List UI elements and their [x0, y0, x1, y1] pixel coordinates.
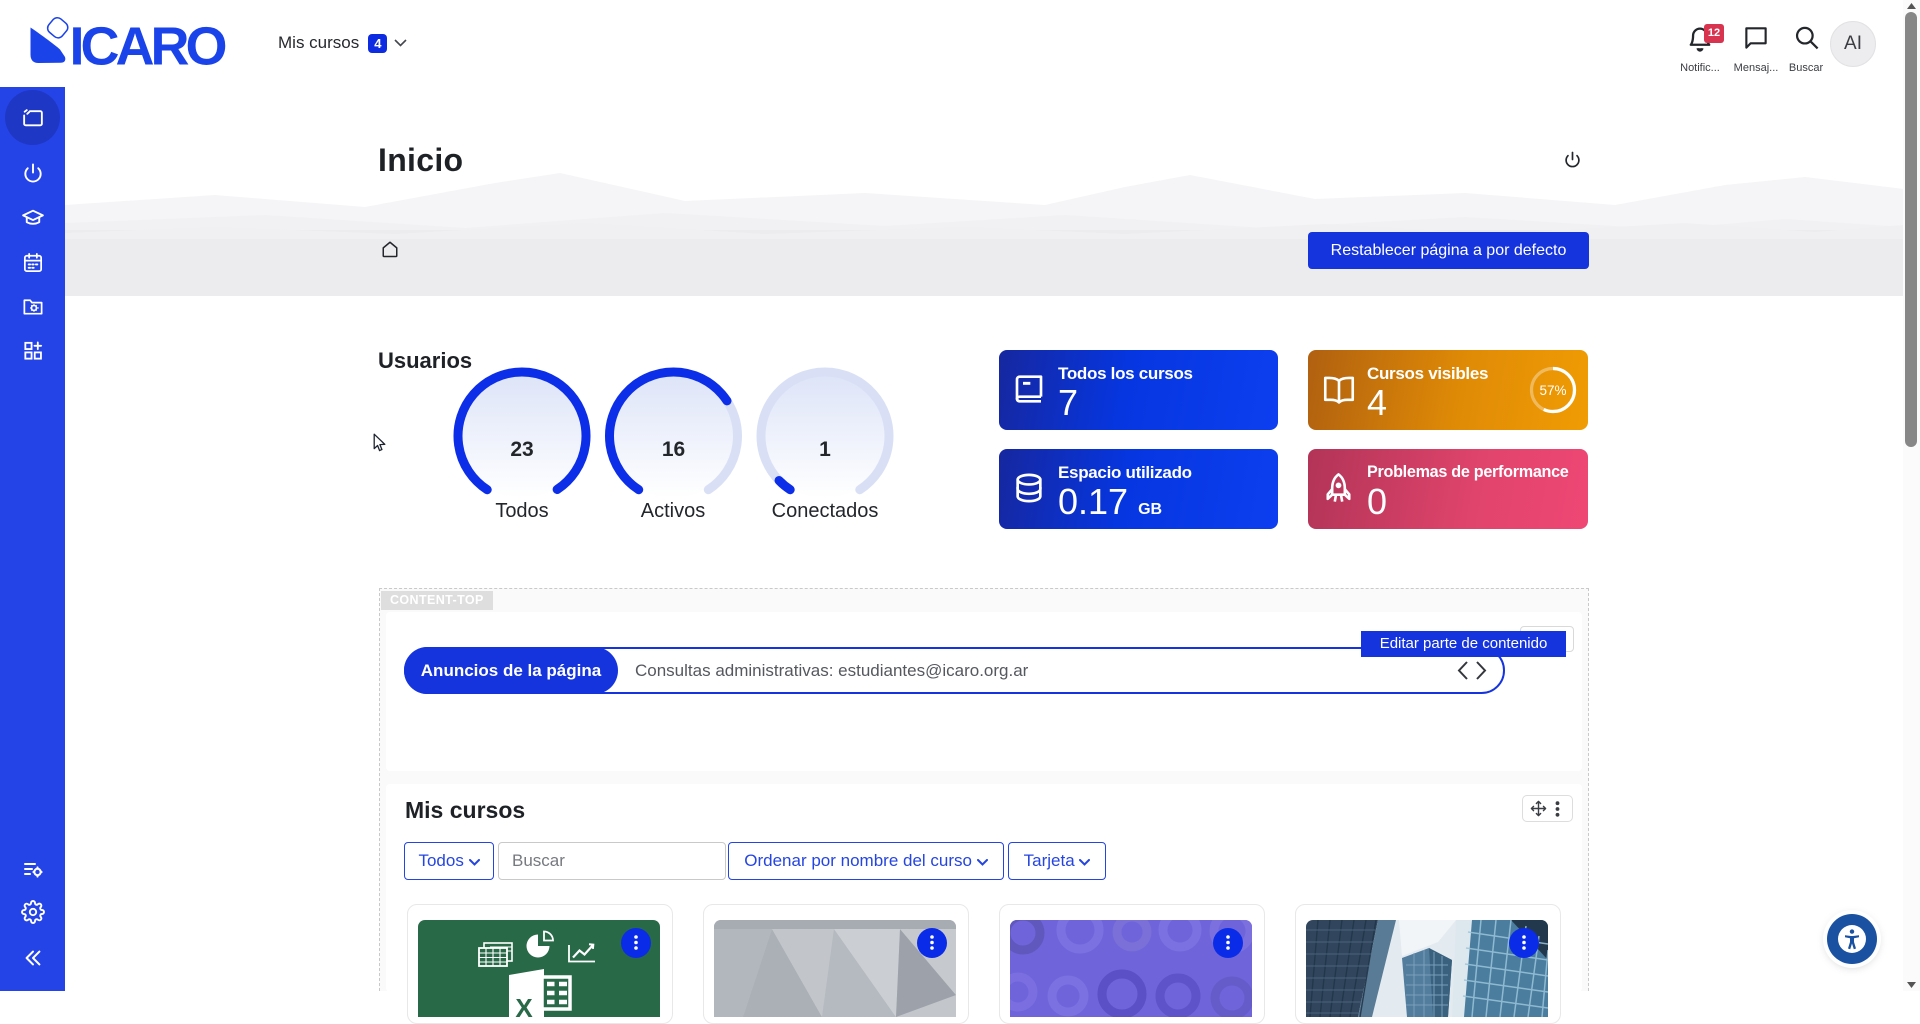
svg-text:X: X [515, 993, 533, 1017]
svg-text:1: 1 [819, 438, 831, 461]
svg-text:ICARO: ICARO [70, 17, 226, 77]
svg-text:57%: 57% [1539, 383, 1566, 398]
svg-text:23: 23 [510, 438, 533, 461]
svg-text:16: 16 [662, 438, 685, 461]
